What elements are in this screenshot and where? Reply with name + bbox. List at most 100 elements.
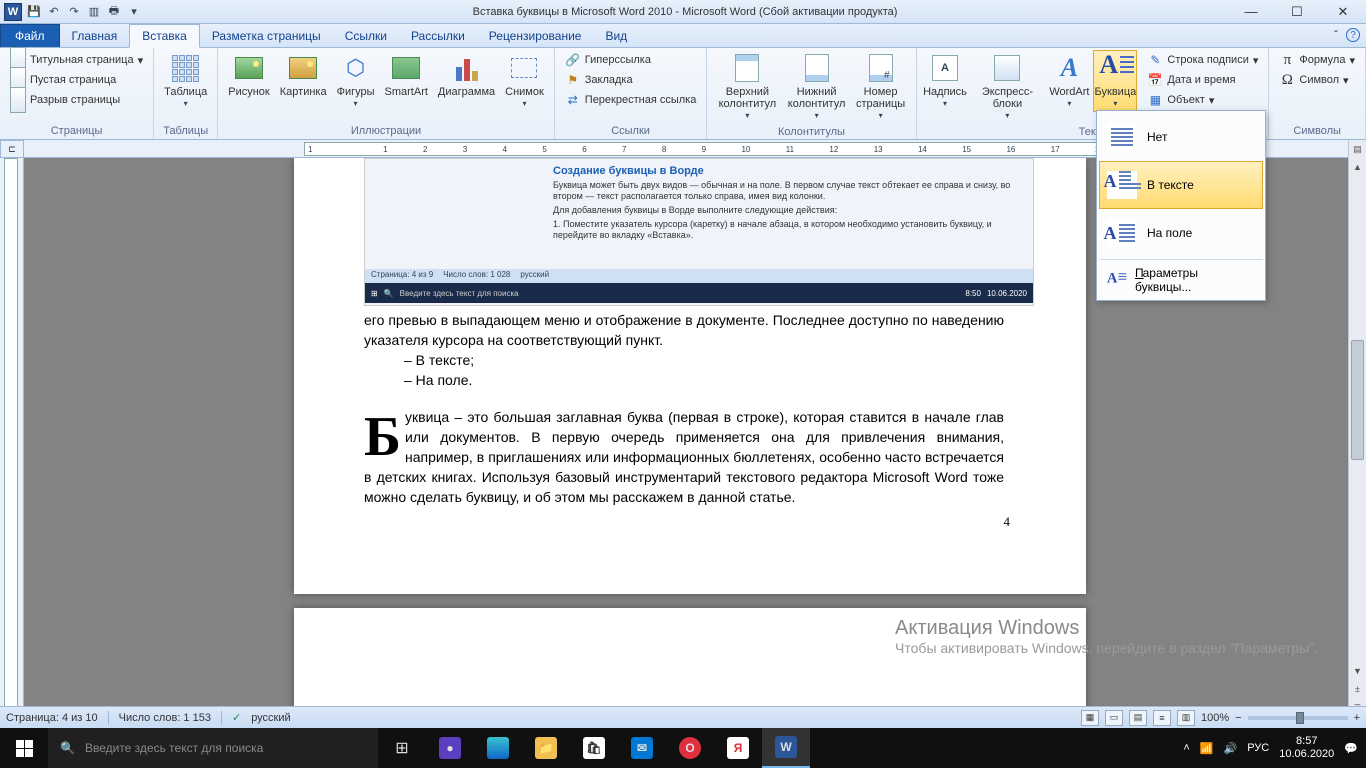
tab-home[interactable]: Главная xyxy=(60,25,130,47)
tray-clock[interactable]: 8:57 10.06.2020 xyxy=(1279,735,1334,761)
wordart-button[interactable]: AWordArt xyxy=(1047,50,1091,112)
new-icon[interactable]: ▥ xyxy=(86,4,102,20)
blank-page-button[interactable]: Пустая страница xyxy=(6,70,147,90)
tab-insert[interactable]: Вставка xyxy=(129,24,200,48)
prev-page-icon[interactable]: ± xyxy=(1349,680,1366,698)
view-print-layout[interactable]: ▦ xyxy=(1081,710,1099,726)
zoom-in-button[interactable]: + xyxy=(1354,712,1360,724)
picture-button[interactable]: Рисунок xyxy=(224,50,274,100)
view-web[interactable]: ▤ xyxy=(1129,710,1147,726)
taskbar-app-store[interactable]: 🛍 xyxy=(570,728,618,768)
tray-chevron-icon[interactable]: ˄ xyxy=(1183,742,1189,754)
status-words[interactable]: Число слов: 1 153 xyxy=(119,712,211,724)
paragraph-preview[interactable]: его превью в выпадающем меню и отображен… xyxy=(364,310,1004,390)
view-draft[interactable]: ▥ xyxy=(1177,710,1195,726)
taskbar-search[interactable]: 🔍 Введите здесь текст для поиска xyxy=(48,728,378,768)
undo-icon[interactable]: ↶ xyxy=(46,4,62,20)
scroll-down-icon[interactable]: ▼ xyxy=(1349,662,1366,680)
scroll-up-icon[interactable]: ▲ xyxy=(1349,158,1366,176)
object-button[interactable]: ▦Объект ▾ xyxy=(1143,90,1262,110)
close-button[interactable]: ✕ xyxy=(1320,0,1366,24)
tray-notifications-icon[interactable]: 💬 xyxy=(1344,742,1358,755)
chart-button[interactable]: Диаграмма xyxy=(434,50,499,100)
system-tray: ˄ 📶 🔊 РУС 8:57 10.06.2020 💬 xyxy=(1183,735,1366,761)
date-time-button[interactable]: 📅Дата и время xyxy=(1143,70,1262,90)
tab-references[interactable]: Ссылки xyxy=(333,25,399,47)
status-page[interactable]: Страница: 4 из 10 xyxy=(6,712,98,724)
tab-review[interactable]: Рецензирование xyxy=(477,25,594,47)
status-language[interactable]: русский xyxy=(251,712,290,724)
paragraph-dropcap[interactable]: Б уквица – это большая заглавная буква (… xyxy=(364,408,1004,508)
tray-language[interactable]: РУС xyxy=(1247,742,1269,754)
quick-access-toolbar: W 💾 ↶ ↷ ▥ 🖶 ▾ xyxy=(0,3,142,21)
zoom-slider[interactable] xyxy=(1248,716,1348,720)
group-tables: Таблица Таблицы xyxy=(154,48,218,139)
page-number: 4 xyxy=(1004,514,1011,530)
quickparts-button[interactable]: Экспресс-блоки xyxy=(969,50,1045,124)
windows-taskbar: 🔍 Введите здесь текст для поиска ⊞ ● 📁 🛍… xyxy=(0,728,1366,768)
taskbar-app-word[interactable]: W xyxy=(762,728,810,768)
bookmark-button[interactable]: ⚑Закладка xyxy=(561,70,701,90)
shapes-button[interactable]: ⬡Фигуры xyxy=(333,50,379,112)
zoom-out-button[interactable]: − xyxy=(1235,712,1241,724)
file-tab[interactable]: Файл xyxy=(0,24,60,47)
view-reading[interactable]: ▭ xyxy=(1105,710,1123,726)
equation-button[interactable]: πФормула ▾ xyxy=(1275,50,1359,70)
maximize-button[interactable]: ☐ xyxy=(1274,0,1320,24)
dropcap-intext[interactable]: A В тексте xyxy=(1099,161,1263,209)
help-icon[interactable]: ? xyxy=(1346,28,1360,42)
ruler-corner[interactable]: ⊏ xyxy=(0,140,24,158)
taskbar-app-edge[interactable] xyxy=(474,728,522,768)
tab-layout[interactable]: Разметка страницы xyxy=(200,25,333,47)
footer-button[interactable]: Нижний колонтитул xyxy=(784,50,850,124)
tray-volume-icon[interactable]: 🔊 xyxy=(1224,742,1238,755)
print-icon[interactable]: 🖶 xyxy=(106,4,122,20)
vertical-scrollbar[interactable]: ▤ ▲ ▼ ± ∓ xyxy=(1348,140,1366,716)
search-icon: 🔍 xyxy=(60,741,75,755)
view-outline[interactable]: ≡ xyxy=(1153,710,1171,726)
word-app-icon: W xyxy=(4,3,22,21)
status-proofing-icon[interactable]: ✓ xyxy=(232,711,241,724)
dropcap-none[interactable]: Нет xyxy=(1099,113,1263,161)
screenshot-button[interactable]: Снимок xyxy=(501,50,548,112)
ruler-toggle-icon[interactable]: ▤ xyxy=(1349,140,1366,158)
tab-view[interactable]: Вид xyxy=(593,25,639,47)
page-number-button[interactable]: Номер страницы xyxy=(852,50,910,124)
ribbon-minimize-icon[interactable]: ˇ xyxy=(1334,28,1338,42)
vertical-ruler[interactable] xyxy=(0,158,24,716)
taskbar-app-yandex[interactable]: Я xyxy=(714,728,762,768)
page-4[interactable]: Создание буквицы в Ворде Буквица может б… xyxy=(294,158,1086,594)
taskbar-app-explorer[interactable]: 📁 xyxy=(522,728,570,768)
taskbar-app-alice[interactable]: ● xyxy=(426,728,474,768)
signature-line-button[interactable]: ✎Строка подписи ▾ xyxy=(1143,50,1262,70)
task-view-icon[interactable]: ⊞ xyxy=(378,728,426,768)
tab-mailings[interactable]: Рассылки xyxy=(399,25,477,47)
tray-network-icon[interactable]: 📶 xyxy=(1200,742,1214,755)
window-title: Вставка буквицы в Microsoft Word 2010 - … xyxy=(142,6,1228,18)
zoom-level[interactable]: 100% xyxy=(1201,712,1229,724)
dropcap-margin[interactable]: A На поле xyxy=(1099,209,1263,257)
save-icon[interactable]: 💾 xyxy=(26,4,42,20)
header-button[interactable]: Верхний колонтитул xyxy=(713,50,781,124)
dropcap-button[interactable]: A Буквица xyxy=(1093,50,1137,112)
page-break-button[interactable]: Разрыв страницы xyxy=(6,90,147,110)
minimize-button[interactable]: — xyxy=(1228,0,1274,24)
hyperlink-button[interactable]: 🔗Гиперссылка xyxy=(561,50,701,70)
cover-page-button[interactable]: Титульная страница ▾ xyxy=(6,50,147,70)
taskbar-app-mail[interactable]: ✉ xyxy=(618,728,666,768)
smartart-button[interactable]: SmartArt xyxy=(381,50,432,100)
redo-icon[interactable]: ↷ xyxy=(66,4,82,20)
qat-more-icon[interactable]: ▾ xyxy=(126,4,142,20)
table-button[interactable]: Таблица xyxy=(160,50,211,112)
clipart-button[interactable]: Картинка xyxy=(276,50,331,100)
title-bar: W 💾 ↶ ↷ ▥ 🖶 ▾ Вставка буквицы в Microsof… xyxy=(0,0,1366,24)
dropcap-options[interactable]: A Параметры буквицы... xyxy=(1099,262,1263,298)
start-button[interactable] xyxy=(0,728,48,768)
symbol-button[interactable]: ΩСимвол ▾ xyxy=(1275,70,1359,90)
group-pages: Титульная страница ▾ Пустая страница Раз… xyxy=(0,48,154,139)
scrollbar-thumb[interactable] xyxy=(1351,340,1364,460)
textbox-button[interactable]: AНадпись xyxy=(923,50,968,112)
taskbar-app-opera[interactable]: O xyxy=(666,728,714,768)
page-5[interactable] xyxy=(294,608,1086,716)
crossref-button[interactable]: ⇄Перекрестная ссылка xyxy=(561,90,701,110)
